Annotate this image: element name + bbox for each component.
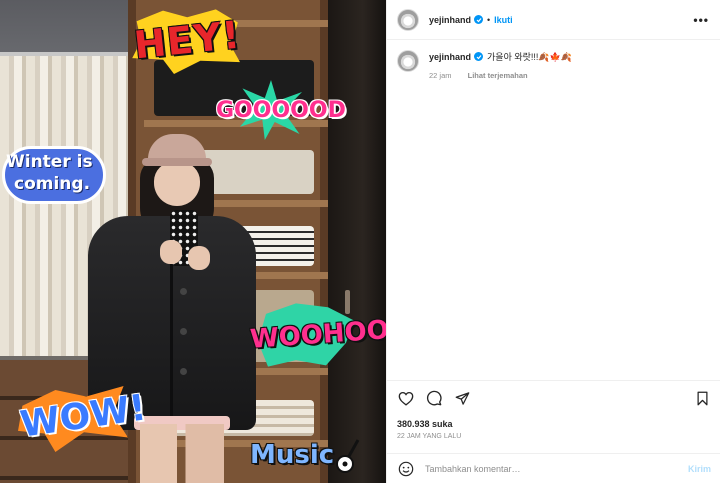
sticker-good: GOOOOOD: [206, 80, 346, 140]
sticker-hey: HEY!: [130, 8, 243, 74]
jacket-button: [180, 288, 187, 295]
paper-plane-icon[interactable]: [453, 389, 471, 407]
send-button[interactable]: Kirim: [688, 464, 711, 474]
avatar[interactable]: [397, 50, 419, 72]
heart-icon[interactable]: [397, 389, 415, 407]
comment-icon[interactable]: [425, 389, 443, 407]
jacket-button: [180, 368, 187, 375]
likes-count[interactable]: 380.938 suka: [397, 419, 453, 429]
hand: [188, 246, 210, 270]
caption: yejinhand 가을아 와랏!!!🍂🍁🍂 22 jam Lihat terj…: [397, 50, 711, 80]
sticker-text: Winter is: [6, 152, 93, 172]
avatar[interactable]: [397, 8, 419, 31]
comment-bar: Kirim: [387, 453, 720, 484]
bookmark-icon[interactable]: [693, 389, 711, 407]
instagram-post: HEY! GOOOOOD Winter is coming. WOOHOO WO…: [0, 0, 720, 483]
post-image[interactable]: HEY! GOOOOOD Winter is coming. WOOHOO WO…: [0, 0, 386, 483]
see-translation-link[interactable]: Lihat terjemahan: [468, 71, 528, 80]
sticker-wow: WOW!: [12, 380, 149, 460]
posted-time: 22 jam yang lalu: [397, 433, 462, 440]
dark-door: [328, 0, 386, 483]
verified-badge-icon: [474, 52, 484, 61]
sticker-winter: Winter is coming.: [0, 144, 112, 208]
sticker-text: coming.: [14, 174, 91, 194]
jacket-seam: [170, 248, 173, 424]
comment-input[interactable]: [425, 464, 688, 474]
legs: [140, 424, 224, 483]
sticker-text: GOOOOOD: [216, 98, 346, 123]
caption-line: yejinhand 가을아 와랏!!!🍂🍁🍂: [429, 50, 572, 63]
smiley-icon[interactable]: [397, 460, 415, 478]
separator: •: [487, 14, 491, 25]
actions-section: 380.938 suka 22 jam yang lalu Kirim: [387, 380, 720, 483]
more-options-icon[interactable]: •••: [693, 13, 709, 27]
post-header: yejinhand • Ikuti •••: [387, 0, 720, 40]
caption-time: 22 jam: [429, 71, 452, 80]
caption-text: 가을아 와랏!!!🍂🍁🍂: [487, 52, 573, 62]
sticker-music: Music: [250, 436, 370, 480]
sticker-text: WOW!: [17, 387, 149, 446]
caption-meta: 22 jam Lihat terjemahan: [429, 71, 572, 80]
caption-body: yejinhand 가을아 와랏!!!🍂🍁🍂 22 jam Lihat terj…: [429, 50, 572, 81]
action-icons: [397, 389, 471, 407]
guitar-icon: [336, 439, 360, 473]
sticker-text: Music: [250, 440, 335, 470]
cap-brim: [142, 158, 212, 166]
caption-username[interactable]: yejinhand: [429, 52, 471, 62]
jacket-button: [180, 328, 187, 335]
username[interactable]: yejinhand: [429, 15, 471, 25]
follow-button[interactable]: Ikuti: [494, 15, 513, 25]
post-panel: yejinhand • Ikuti ••• yejinhand 가을아 와랏!!…: [386, 0, 720, 483]
hand: [160, 240, 182, 264]
sticker-woohoo: WOOHOO: [246, 302, 386, 372]
face: [154, 162, 200, 206]
verified-badge-icon: [474, 15, 484, 24]
